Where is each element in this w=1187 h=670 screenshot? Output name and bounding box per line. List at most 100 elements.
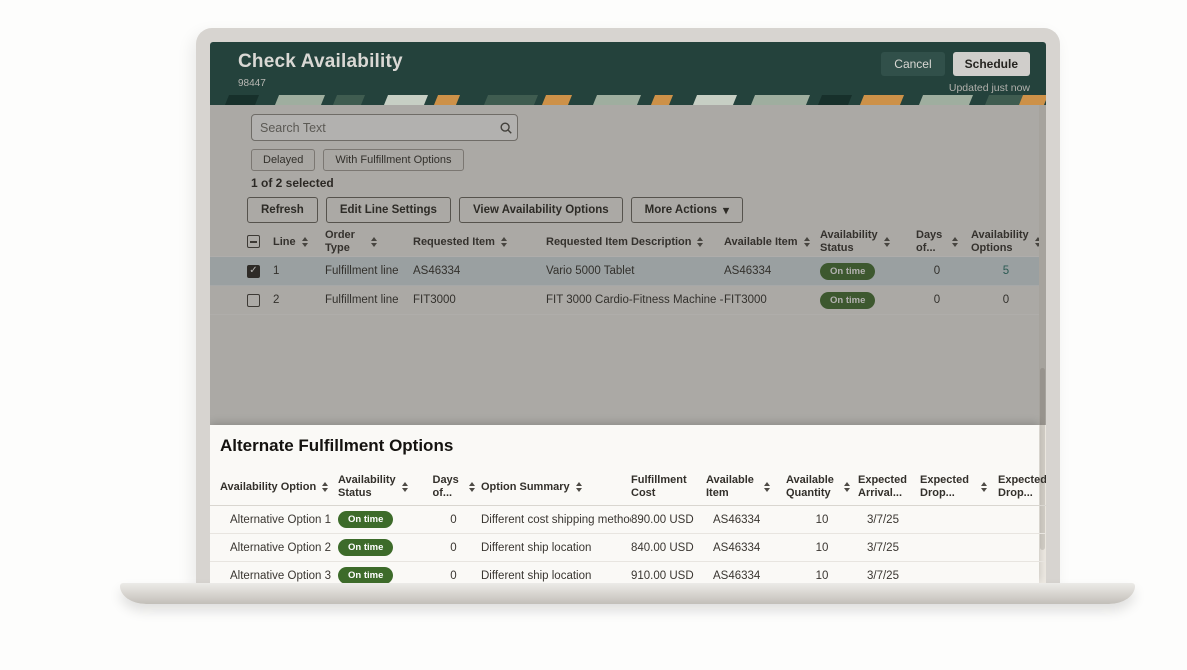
available-item: AS46334	[706, 570, 786, 582]
option-summary: Different ship location	[481, 570, 631, 582]
updated-status-text: Updated just now	[949, 82, 1030, 94]
filter-chips: Delayed With Fulfillment Options	[251, 149, 464, 171]
list-item[interactable]: Alternative Option 1 On time 0 Different…	[210, 506, 1046, 534]
row-checkbox[interactable]: ✓	[247, 265, 260, 278]
status-badge: On time	[338, 511, 393, 528]
header-actions: Cancel Schedule	[881, 52, 1030, 76]
status-badge: On time	[338, 567, 393, 583]
column-header-expected-drop[interactable]: Expected Drop...	[920, 474, 998, 499]
column-header-availability-status[interactable]: Availability Status	[338, 474, 426, 499]
panel-title: Alternate Fulfillment Options	[220, 436, 453, 456]
refresh-button[interactable]: Refresh	[247, 197, 318, 223]
sort-icon	[981, 482, 987, 492]
sort-icon	[804, 237, 810, 247]
days-of-value: 0	[908, 265, 966, 277]
column-header-order-type[interactable]: Order Type	[325, 229, 413, 254]
days-of-value: 0	[908, 294, 966, 306]
column-header-fulfillment-cost[interactable]: Fulfillment Cost	[631, 474, 706, 499]
requested-item-description: FIT 3000 Cardio-Fitness Machine - 16 i	[546, 294, 724, 306]
dialog-header: Check Availability 98447 Cancel Schedule…	[210, 42, 1046, 95]
view-availability-options-button[interactable]: View Availability Options	[459, 197, 623, 223]
filter-chip-delayed[interactable]: Delayed	[251, 149, 315, 171]
sort-icon	[952, 237, 958, 247]
column-header-availability-status[interactable]: Availability Status	[820, 229, 908, 254]
column-header-available-quantity[interactable]: Available Quantity	[786, 474, 858, 499]
available-item: AS46334	[706, 542, 786, 554]
check-icon: ✓	[249, 266, 257, 276]
column-header-availability-options[interactable]: Availability Options	[966, 229, 1046, 254]
status-badge: On time	[338, 539, 393, 556]
line-number: 1	[273, 265, 325, 277]
lines-table-header: Line Order Type Requested Item Requ	[210, 227, 1046, 257]
option-summary: Different ship location	[481, 542, 631, 554]
order-number: 98447	[238, 78, 266, 89]
order-type: Fulfillment line	[325, 265, 413, 277]
search-icon[interactable]	[495, 121, 517, 135]
available-item: AS46334	[724, 265, 820, 277]
search-box	[251, 114, 518, 141]
action-toolbar: Refresh Edit Line Settings View Availabi…	[247, 197, 743, 223]
column-header-available-item[interactable]: Available Item	[724, 236, 820, 248]
column-header-expected-drop[interactable]: Expected Drop...	[998, 474, 1046, 499]
column-header-requested-item-description[interactable]: Requested Item Description	[546, 236, 724, 248]
indeterminate-icon	[250, 241, 257, 243]
sort-icon	[322, 482, 328, 492]
available-quantity: 10	[786, 570, 858, 582]
sort-icon	[884, 237, 890, 247]
table-row[interactable]: ✓ 1 Fulfillment line AS46334 Vario 5000 …	[210, 257, 1046, 286]
available-quantity: 10	[786, 514, 858, 526]
search-input[interactable]	[252, 121, 495, 135]
column-header-availability-option[interactable]: Availability Option	[220, 481, 338, 493]
sort-icon	[844, 482, 850, 492]
column-header-line[interactable]: Line	[273, 236, 325, 248]
available-quantity: 10	[786, 542, 858, 554]
column-header-requested-item[interactable]: Requested Item	[413, 236, 546, 248]
order-lines-table: Line Order Type Requested Item Requ	[210, 227, 1046, 315]
column-header-days-of[interactable]: Days of...	[908, 229, 966, 254]
table-row[interactable]: 2 Fulfillment line FIT3000 FIT 3000 Card…	[210, 286, 1046, 315]
list-item[interactable]: Alternative Option 2 On time 0 Different…	[210, 534, 1046, 562]
expected-arrival-date: 3/7/25	[858, 542, 920, 554]
fulfillment-cost: 910.00 USD	[631, 570, 706, 582]
laptop-screen: Check Availability 98447 Cancel Schedule…	[210, 42, 1046, 583]
available-item: FIT3000	[724, 294, 820, 306]
status-badge: On time	[820, 263, 875, 280]
schedule-button[interactable]: Schedule	[953, 52, 1030, 76]
select-all-checkbox[interactable]	[247, 235, 260, 248]
availability-option: Alternative Option 2	[220, 542, 338, 554]
column-header-days-of[interactable]: Days of...	[426, 474, 481, 499]
column-header-available-item[interactable]: Available Item	[706, 474, 786, 499]
requested-item: AS46334	[413, 265, 546, 277]
row-checkbox[interactable]	[247, 294, 260, 307]
selection-summary: 1 of 2 selected	[251, 176, 334, 190]
sort-icon	[576, 482, 582, 492]
fulfillment-cost: 890.00 USD	[631, 514, 706, 526]
filter-chip-with-fulfillment-options[interactable]: With Fulfillment Options	[323, 149, 463, 171]
column-header-option-summary[interactable]: Option Summary	[481, 481, 631, 493]
fulfillment-cost: 840.00 USD	[631, 542, 706, 554]
sort-icon	[371, 237, 377, 247]
page-background: Check Availability 98447 Cancel Schedule…	[0, 0, 1187, 670]
alternate-options-panel: Alternate Fulfillment Options Availabili…	[210, 425, 1039, 583]
laptop-base	[120, 583, 1135, 604]
list-item[interactable]: Alternative Option 3 On time 0 Different…	[210, 562, 1046, 583]
requested-item: FIT3000	[413, 294, 546, 306]
order-type: Fulfillment line	[325, 294, 413, 306]
cancel-button[interactable]: Cancel	[881, 52, 944, 76]
alternate-options-table: Availability Option Availability Status …	[210, 468, 1046, 583]
option-summary: Different cost shipping method	[481, 514, 631, 526]
days-of-value: 0	[426, 542, 481, 554]
availability-option: Alternative Option 1	[220, 514, 338, 526]
more-actions-button[interactable]: More Actions ▾	[631, 197, 743, 223]
options-table-header: Availability Option Availability Status …	[210, 468, 1046, 506]
column-header-expected-arrival[interactable]: Expected Arrival...	[858, 474, 920, 499]
edit-line-settings-button[interactable]: Edit Line Settings	[326, 197, 451, 223]
laptop-bezel: Check Availability 98447 Cancel Schedule…	[196, 28, 1060, 583]
status-badge: On time	[820, 292, 875, 309]
availability-options-link[interactable]: 5	[1003, 265, 1009, 277]
expected-arrival-date: 3/7/25	[858, 514, 920, 526]
available-item: AS46334	[706, 514, 786, 526]
expected-arrival-date: 3/7/25	[858, 570, 920, 582]
page-title: Check Availability	[238, 51, 403, 73]
days-of-value: 0	[426, 570, 481, 582]
